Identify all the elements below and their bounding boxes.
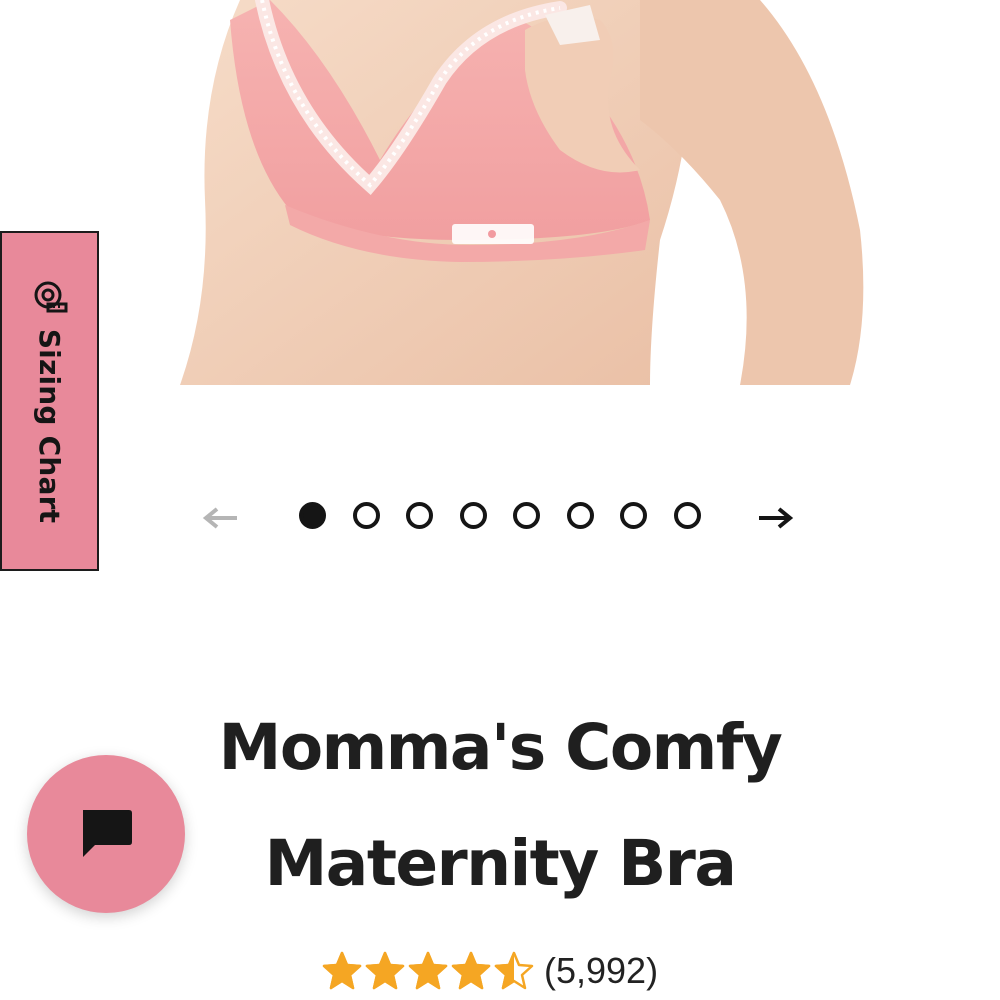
- carousel-dot[interactable]: [459, 502, 487, 529]
- carousel-dot[interactable]: [299, 502, 326, 529]
- carousel-dot[interactable]: [673, 502, 701, 529]
- carousel-dot[interactable]: [513, 502, 540, 529]
- star-full-icon: [365, 951, 405, 990]
- product-title-line2: Maternity Bra: [264, 827, 737, 900]
- carousel-dot[interactable]: [566, 502, 594, 529]
- star-half-icon: [494, 951, 534, 990]
- carousel-dot[interactable]: [406, 502, 433, 529]
- arrow-right-icon: [759, 507, 794, 529]
- carousel-dot[interactable]: [352, 502, 380, 529]
- product-page: Sizing Chart Momma's Comfy Maternity Bra: [0, 0, 1000, 1000]
- product-title: Momma's Comfy Maternity Bra: [150, 690, 850, 922]
- rating-stars: [322, 951, 534, 991]
- carousel-dot[interactable]: [620, 502, 647, 529]
- product-title-line1: Momma's Comfy: [218, 711, 783, 784]
- review-count: (5,992): [544, 950, 659, 991]
- arrow-left-icon: [202, 507, 237, 529]
- product-photo-illustration: [0, 0, 1000, 385]
- measuring-tape-icon: [34, 281, 67, 313]
- image-carousel-nav: [195, 490, 805, 546]
- star-full-icon: [408, 951, 448, 990]
- sizing-chart-label: Sizing Chart: [33, 328, 66, 524]
- carousel-prev-button[interactable]: [199, 496, 243, 540]
- sizing-chart-content: Sizing Chart: [30, 241, 70, 561]
- sizing-chart-tab[interactable]: Sizing Chart: [0, 231, 99, 571]
- chat-button[interactable]: [27, 755, 185, 913]
- star-full-icon: [451, 951, 491, 990]
- product-image[interactable]: [0, 0, 1000, 385]
- carousel-dots: [299, 502, 701, 529]
- star-full-icon: [322, 951, 362, 990]
- chat-bubble-icon: [83, 810, 132, 857]
- carousel-next-button[interactable]: [753, 496, 797, 540]
- product-rating[interactable]: (5,992): [322, 948, 658, 994]
